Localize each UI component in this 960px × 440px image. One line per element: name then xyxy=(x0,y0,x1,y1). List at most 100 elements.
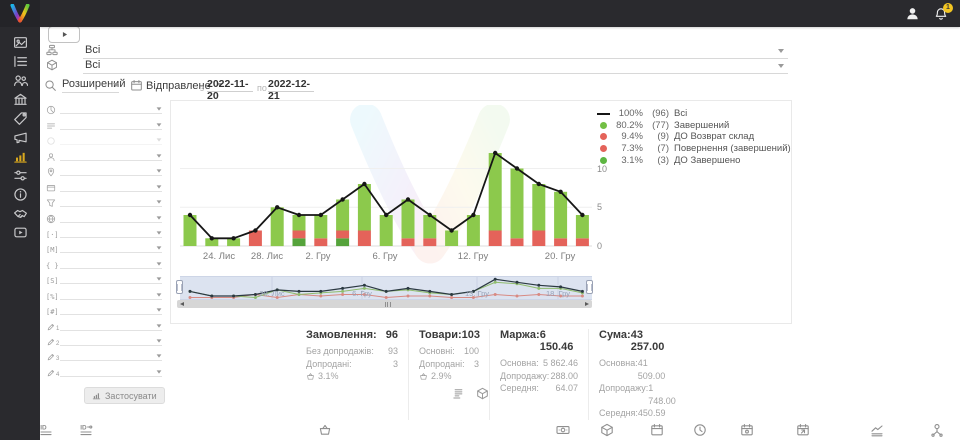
scroll-left-arrow[interactable] xyxy=(180,302,184,306)
sidebar-nav xyxy=(0,27,40,242)
filter-select-16[interactable] xyxy=(60,335,162,346)
filter-row-4 xyxy=(40,148,170,163)
search-mode-select[interactable]: Розширений xyxy=(62,78,119,93)
filter-select-8[interactable] xyxy=(60,212,162,223)
product-filter-select[interactable]: Всі xyxy=(83,59,788,74)
stat-sub-row: Допродані:3 xyxy=(419,358,479,371)
sidebar-item-play-box[interactable] xyxy=(0,223,40,242)
date-from-input[interactable]: 2022-11-20 xyxy=(207,78,253,92)
filter-select-2[interactable] xyxy=(60,119,162,130)
filter-select-11[interactable] xyxy=(60,258,162,269)
legend-item[interactable]: 100% (96) Всі xyxy=(596,108,791,120)
minimap-right-handle[interactable] xyxy=(586,280,593,294)
sidebar-item-chart[interactable] xyxy=(0,147,40,166)
bracket-icon: [M] xyxy=(46,243,59,254)
scroll-right-arrow[interactable] xyxy=(585,302,589,306)
id-list-icon[interactable]: ID xyxy=(39,423,53,437)
filter-select-3[interactable] xyxy=(60,134,162,145)
filter-row-15: 1 xyxy=(40,318,170,333)
y-tick: 0 xyxy=(597,241,602,251)
minimap-left-handle[interactable] xyxy=(176,280,183,294)
search-icon xyxy=(44,79,57,92)
bracket-icon: { } xyxy=(46,259,59,270)
filter-select-7[interactable] xyxy=(60,196,162,207)
filter-select-14[interactable] xyxy=(60,304,162,315)
filter-row-9: [·] xyxy=(40,226,170,241)
user-node-icon[interactable] xyxy=(930,423,944,437)
date-to-input[interactable]: 2022-12-21 xyxy=(268,78,314,92)
stat-upsell-pct: 3.1% xyxy=(306,371,398,381)
apply-filters-button[interactable]: Застосувати xyxy=(84,387,165,404)
top-bar: 1 xyxy=(40,0,960,27)
sidebar-item-sliders[interactable] xyxy=(0,166,40,185)
sidebar-item-list[interactable] xyxy=(0,52,40,71)
filter-select-6[interactable] xyxy=(60,181,162,192)
legend-item[interactable]: 7.3% (7) Повернення (завершений) xyxy=(596,143,791,155)
notifications-bell-icon[interactable]: 1 xyxy=(934,7,948,21)
chevron-down-icon xyxy=(113,83,119,87)
filter-select-4[interactable] xyxy=(60,150,162,161)
scrollbar-grip[interactable] xyxy=(385,302,391,307)
filter-select-15[interactable] xyxy=(60,320,162,331)
date-to-label: по xyxy=(257,83,267,93)
stats-divider xyxy=(489,329,490,420)
brand-logo[interactable] xyxy=(0,0,40,27)
legend-item[interactable]: 3.1% (3) ДО Завершено xyxy=(596,154,791,166)
app-sidebar xyxy=(0,0,40,440)
orders-chart[interactable] xyxy=(180,143,592,265)
package-icon[interactable] xyxy=(600,423,614,437)
chart-scrollbar[interactable] xyxy=(177,300,592,308)
filter-select-10[interactable] xyxy=(60,242,162,253)
x-tick-label: 28. Лис xyxy=(251,251,283,262)
pie-icon xyxy=(46,104,56,115)
collapse-filters-button[interactable] xyxy=(48,26,80,43)
stat-sub-row: Основна:5 862.46 xyxy=(500,357,578,370)
sidebar-item-users[interactable] xyxy=(0,71,40,90)
chart-lines-icon[interactable] xyxy=(870,423,884,437)
filter-select-5[interactable] xyxy=(60,165,162,176)
play-icon xyxy=(60,30,69,39)
filter-row-8 xyxy=(40,210,170,225)
bottom-toolbar: ID ID xyxy=(40,420,960,440)
status-filter-select[interactable]: Всі xyxy=(83,44,788,59)
sidebar-item-megaphone[interactable] xyxy=(0,128,40,147)
user-avatar[interactable] xyxy=(905,6,920,21)
product-filter-icon xyxy=(46,59,58,71)
clock-icon[interactable] xyxy=(693,423,707,437)
filter-select-18[interactable] xyxy=(60,366,162,377)
sidebar-item-tag[interactable] xyxy=(0,109,40,128)
calendar-arrow-icon[interactable] xyxy=(796,423,810,437)
filter-row-17: 3 xyxy=(40,349,170,364)
calendar-day-icon[interactable] xyxy=(740,423,754,437)
date-from-label: з xyxy=(200,83,204,93)
list-view-toggle[interactable] xyxy=(452,387,465,400)
sidebar-item-info[interactable] xyxy=(0,185,40,204)
stat-title: Сума:43 257.00 xyxy=(599,329,665,353)
stat-column: Товари:103Основні:100Допродані:32.9% xyxy=(419,329,479,420)
apply-filters-label: Застосувати xyxy=(105,391,157,401)
sidebar-item-gallery[interactable] xyxy=(0,33,40,52)
filter-select-1[interactable] xyxy=(60,103,162,114)
sidebar-item-bank[interactable] xyxy=(0,90,40,109)
filter-select-9[interactable] xyxy=(60,227,162,238)
legend-item[interactable]: 9.4% (9) ДО Возврат склад xyxy=(596,131,791,143)
filter-select-17[interactable] xyxy=(60,350,162,361)
sidebar-item-handshake[interactable] xyxy=(0,204,40,223)
filter-select-13[interactable] xyxy=(60,289,162,300)
id-link-icon[interactable]: ID xyxy=(79,423,93,437)
chart-minimap[interactable]: 28. Лис6. Гру13. Гру18. Гру xyxy=(180,276,592,300)
calendar-icon[interactable] xyxy=(650,423,664,437)
filter-select-12[interactable] xyxy=(60,273,162,284)
bracket-icon: [#] xyxy=(46,305,59,316)
stat-title: Маржа:6 150.46 xyxy=(500,329,578,353)
chart-icon xyxy=(13,149,28,164)
legend-item[interactable]: 80.2% (77) Завершений xyxy=(596,120,791,132)
products-view-toggle[interactable] xyxy=(476,387,489,400)
svg-text:ID: ID xyxy=(40,424,47,431)
basket-icon[interactable] xyxy=(318,423,332,437)
stat-sub-row: Середня:450.59 xyxy=(599,407,665,420)
money-icon[interactable] xyxy=(556,423,570,437)
filter-row-11: { } xyxy=(40,256,170,271)
stats-divider xyxy=(588,329,589,420)
stat-title: Товари:103 xyxy=(419,329,479,341)
